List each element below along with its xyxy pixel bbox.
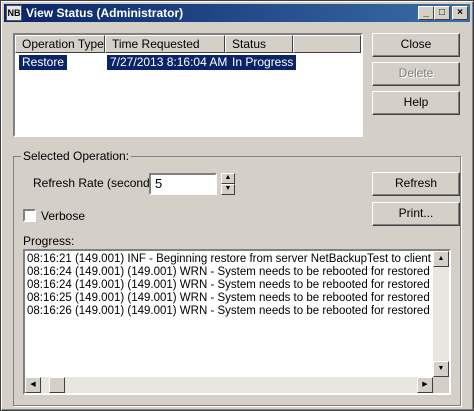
refresh-rate-input[interactable]: 5 [149,173,217,195]
cell-time-requested: 7/27/2013 8:16:04 AM [107,55,231,70]
print-button-label: Print... [398,206,434,220]
progress-log[interactable]: 08:16:21 (149.001) INF - Beginning resto… [23,249,451,395]
window-title: View Status (Administrator) [26,6,184,20]
vertical-scrollbar[interactable]: ▲ ▼ [433,251,449,377]
spin-up-button[interactable]: ▲ [221,173,235,184]
delete-button-label: Delete [398,66,434,80]
scroll-up-icon[interactable]: ▲ [433,251,449,267]
print-button[interactable]: Print... [372,202,460,226]
help-button-label: Help [403,95,429,109]
close-window-button[interactable]: × [452,6,468,20]
refresh-rate-label: Refresh Rate (seconds): [33,176,164,190]
log-line: 08:16:26 (149.001) (149.001) WRN - Syste… [27,305,433,317]
scroll-left-icon[interactable]: ◀ [25,377,41,393]
column-spacer [293,35,361,53]
operations-list-header: Operation Type Time Requested Status [15,35,361,53]
log-line: 08:16:24 (149.001) (149.001) WRN - Syste… [27,279,433,291]
verbose-checkbox[interactable] [23,209,36,222]
cell-operation-type: Restore [19,55,68,70]
log-line: 08:16:21 (149.001) INF - Beginning resto… [27,253,433,265]
spin-down-button[interactable]: ▼ [221,184,235,195]
progress-label: Progress: [23,234,75,248]
refresh-button[interactable]: Refresh [372,172,460,196]
app-icon: NB [6,5,22,21]
refresh-button-label: Refresh [394,176,438,190]
delete-button[interactable]: Delete [372,62,460,86]
maximize-button[interactable]: □ [434,6,450,20]
close-button-label: Close [400,37,432,51]
close-button[interactable]: Close [372,33,460,57]
scrollbar-corner [433,377,449,393]
log-line: 08:16:25 (149.001) (149.001) WRN - Syste… [27,292,433,304]
operations-list[interactable]: Operation Type Time Requested Status Res… [13,33,363,137]
scroll-down-icon[interactable]: ▼ [433,361,449,377]
verbose-label: Verbose [41,209,86,223]
title-bar[interactable]: NB View Status (Administrator) _ □ × [4,4,470,22]
table-row[interactable]: Restore 7/27/2013 8:16:04 AM In Progress [15,55,361,70]
horizontal-scrollbar[interactable]: ◀ ▶ [25,377,433,393]
log-line: 08:16:24 (149.001) (149.001) WRN - Syste… [27,266,433,278]
view-status-window: NB View Status (Administrator) _ □ × Ope… [0,0,474,411]
progress-log-lines: 08:16:21 (149.001) INF - Beginning resto… [27,253,433,318]
help-button[interactable]: Help [372,91,460,115]
minimize-button[interactable]: _ [418,6,434,20]
horizontal-scroll-thumb[interactable] [49,377,65,393]
column-time-requested[interactable]: Time Requested [105,35,225,53]
column-status[interactable]: Status [225,35,293,53]
selected-operation-label: Selected Operation: [21,149,132,163]
cell-status: In Progress [229,55,297,70]
scroll-right-icon[interactable]: ▶ [417,377,433,393]
column-operation-type[interactable]: Operation Type [15,35,105,53]
